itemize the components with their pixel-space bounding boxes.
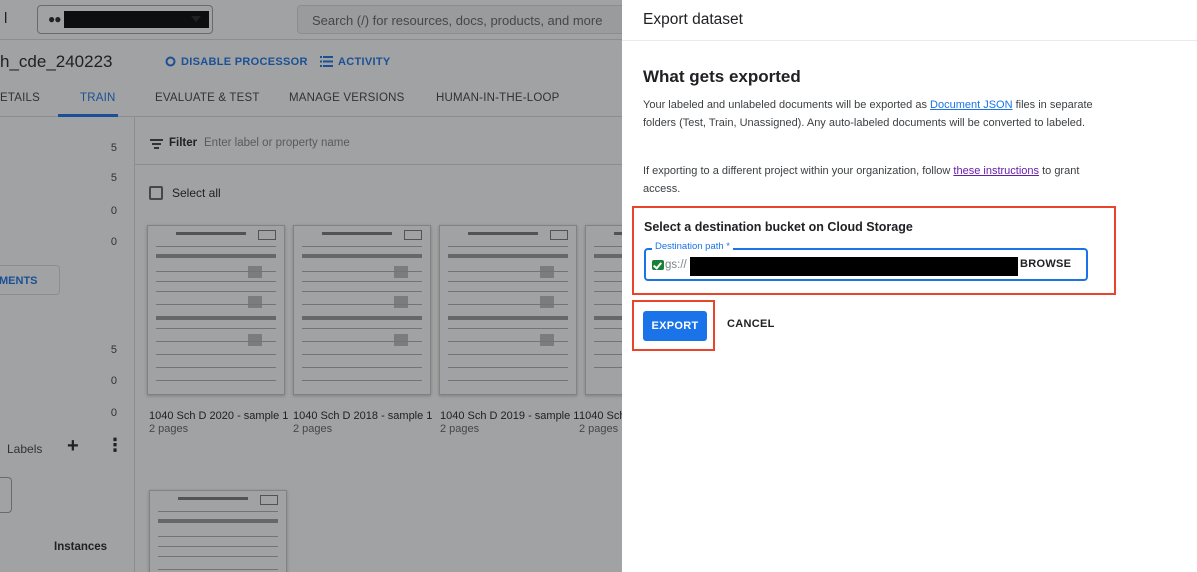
panel-header: Export dataset — [622, 0, 1197, 41]
instructions-link[interactable]: these instructions — [953, 165, 1039, 177]
background-console: l ●● Search (/) for resources, docs, pro… — [0, 0, 622, 572]
destination-path-field[interactable]: Destination path * gs:// BROWSE — [644, 241, 1088, 281]
destination-section: Select a destination bucket on Cloud Sto… — [632, 206, 1116, 295]
cancel-button[interactable]: CANCEL — [727, 318, 775, 330]
access-text: If exporting to a different project with… — [643, 165, 954, 177]
browse-button[interactable]: BROWSE — [1020, 258, 1071, 270]
export-dataset-panel: Export dataset What gets exported Your l… — [622, 0, 1197, 572]
gs-prefix: gs:// — [665, 259, 687, 271]
description-text: Your labeled and unlabeled documents wil… — [643, 99, 931, 111]
destination-path-label: Destination path * — [652, 241, 733, 252]
export-button[interactable]: EXPORT — [643, 311, 707, 341]
export-description: Your labeled and unlabeled documents wil… — [643, 96, 1103, 132]
panel-title: Export dataset — [643, 11, 743, 28]
access-description: If exporting to a different project with… — [643, 162, 1103, 198]
document-json-link[interactable]: Document JSON — [930, 99, 1013, 111]
destination-title: Select a destination bucket on Cloud Sto… — [644, 220, 913, 234]
folder-check-icon — [652, 260, 664, 270]
modal-scrim[interactable] — [0, 0, 622, 572]
section-title: What gets exported — [643, 67, 801, 86]
redacted-path — [690, 257, 1018, 276]
